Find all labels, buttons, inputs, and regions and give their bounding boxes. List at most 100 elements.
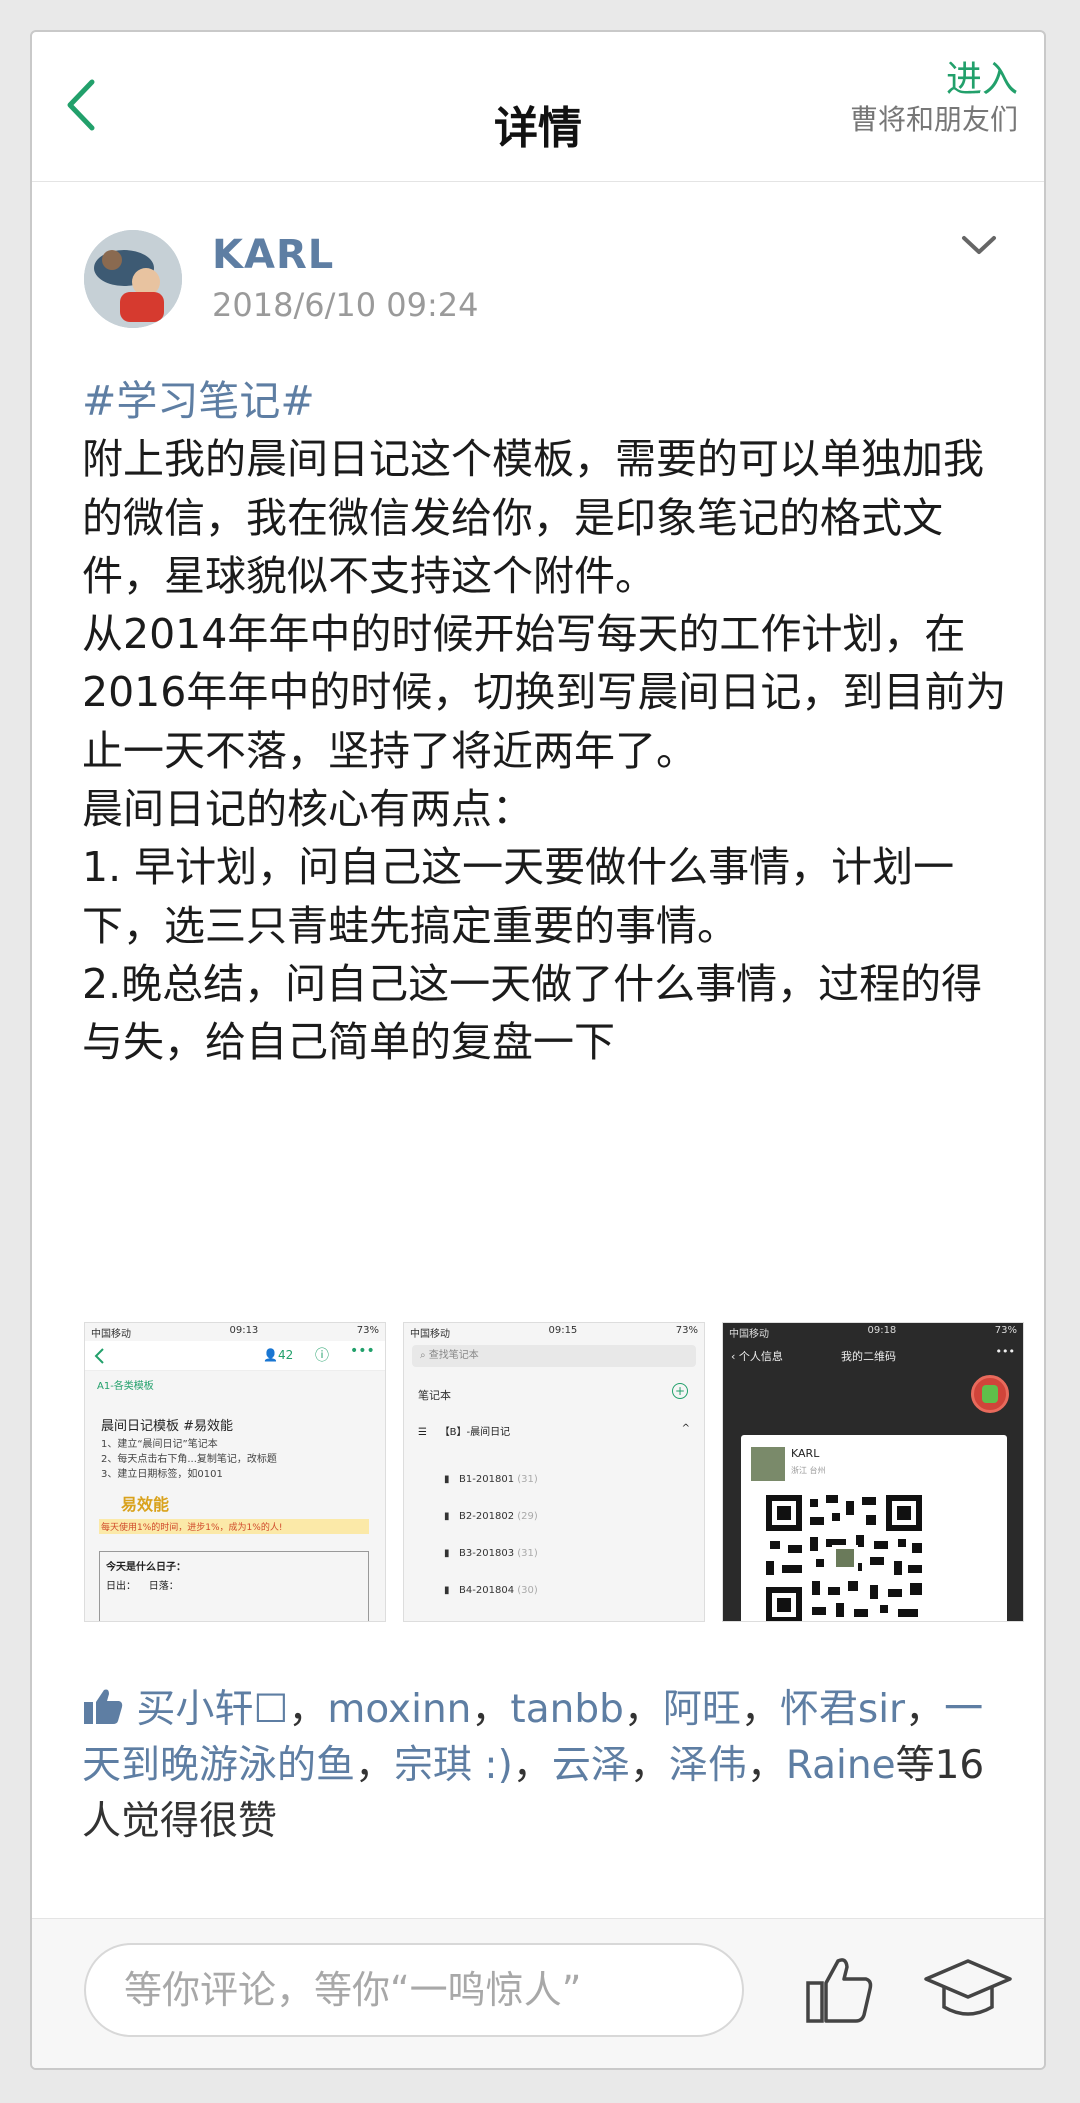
separator: ， bbox=[740, 1687, 780, 1732]
share-count-label: 42 bbox=[277, 1348, 294, 1362]
group-name[interactable]: 曹将和朋友们 bbox=[850, 102, 1018, 138]
separator: ， bbox=[355, 1743, 395, 1788]
separator: ， bbox=[288, 1687, 328, 1732]
note-toolbar: 👤42 ⓘ ••• bbox=[85, 1341, 385, 1371]
notebook-search: ⌕ 查找笔记本 bbox=[412, 1345, 696, 1367]
clock-label: 09:13 bbox=[229, 1325, 259, 1336]
liker-name[interactable]: Raine bbox=[786, 1743, 896, 1788]
image-gallery: 中国移动 09:13 73% 👤42 ⓘ ••• A1-各类模板 晨间日记模板 … bbox=[84, 1322, 1024, 1622]
separator: ， bbox=[471, 1687, 511, 1732]
notebook-name: B1-201801 bbox=[459, 1474, 515, 1485]
status-bar: 中国移动 09:18 73% bbox=[723, 1323, 1023, 1341]
liker-name[interactable]: 买小轩☐ bbox=[136, 1687, 288, 1732]
notebook-count: (29) bbox=[517, 1511, 538, 1522]
back-link: ‹ 个人信息 bbox=[731, 1350, 783, 1363]
chevron-down-icon[interactable] bbox=[954, 220, 1004, 270]
search-placeholder: 查找笔记本 bbox=[428, 1350, 479, 1361]
image-thumbnail[interactable]: 中国移动 09:13 73% 👤42 ⓘ ••• A1-各类模板 晨间日记模板 … bbox=[84, 1322, 386, 1622]
day-box: 今天是什么日子： 日出： 日落： bbox=[99, 1551, 369, 1621]
battery-label: 73% bbox=[675, 1325, 698, 1336]
notebook-count: (30) bbox=[517, 1585, 538, 1596]
status-bar: 中国移动 09:15 73% bbox=[404, 1323, 704, 1341]
separator: ， bbox=[629, 1743, 669, 1788]
notebook-group: ☰ 【B】-晨间日记 ^ bbox=[418, 1423, 694, 1438]
notebook-item: ▮ B4-201804 (30) bbox=[444, 1585, 538, 1596]
qr-code-icon bbox=[766, 1495, 922, 1621]
notebook-name: B4-201804 bbox=[459, 1585, 515, 1596]
comment-input[interactable]: 等你评论，等你“一鸣惊人” bbox=[84, 1943, 744, 2037]
card-name: KARL bbox=[791, 1447, 820, 1460]
notebook-name: B3-201803 bbox=[459, 1548, 515, 1559]
post-paragraph: 晨间日记的核心有两点： bbox=[82, 785, 533, 834]
image-thumbnail[interactable]: 中国移动 09:15 73% ⌕ 查找笔记本 笔记本 + ☰ 【B】-晨间日记 … bbox=[403, 1322, 705, 1622]
clock-label: 09:18 bbox=[867, 1325, 897, 1336]
thumbs-up-icon bbox=[82, 1686, 124, 1726]
post-paragraph: 2.晚总结，问自己这一天做了什么事情，过程的得与失，给自己简单的复盘一下 bbox=[82, 959, 983, 1067]
battery-label: 73% bbox=[356, 1325, 379, 1336]
hashtag-link[interactable]: #学习笔记# bbox=[82, 372, 1022, 430]
card-avatar bbox=[751, 1447, 785, 1481]
top-nav-bar: 详情 进入 曹将和朋友们 bbox=[32, 32, 1044, 182]
more-icon: ••• bbox=[995, 1345, 1015, 1358]
notebook-item: ▮ B3-201803 (31) bbox=[444, 1548, 538, 1559]
notebook-name: B2-201802 bbox=[459, 1511, 515, 1522]
separator: ， bbox=[905, 1687, 945, 1732]
bottom-action-bar: 等你评论，等你“一鸣惊人” bbox=[32, 1918, 1044, 2068]
carrier-label: 中国移动 bbox=[729, 1329, 769, 1340]
post-paragraph: 从2014年年中的时候开始写每天的工作计划，在2016年年中的时候，切换到写晨间… bbox=[82, 610, 1007, 775]
back-arrow-icon bbox=[94, 1348, 104, 1364]
post-paragraph: 附上我的晨间日记这个模板，需要的可以单独加我的微信，我在微信发给你，是印象笔记的… bbox=[82, 435, 984, 600]
brand-logo: 易效能 bbox=[121, 1495, 170, 1514]
likes-list: 买小轩☐，moxinn，tanbb，阿旺，怀君sir，一天到晚游泳的鱼，宗琪 :… bbox=[82, 1682, 1022, 1850]
brand-slogan: 每天使用1%的时间，进步1%，成为1%的人! bbox=[99, 1519, 369, 1534]
chevron-up-icon: ^ bbox=[681, 1423, 690, 1434]
post-paragraph: 1. 早计划，问自己这一天要做什么事情，计划一下，选三只青蛙先搞定重要的事情。 bbox=[82, 843, 955, 950]
qr-title: 我的二维码 bbox=[841, 1350, 896, 1363]
image-thumbnail[interactable]: 中国移动 09:18 73% ‹ 个人信息 我的二维码 ••• KARL 浙江 … bbox=[722, 1322, 1024, 1622]
notebook-item: ▮ B2-201802 (29) bbox=[444, 1511, 538, 1522]
day-box-title: 今天是什么日子： bbox=[106, 1562, 186, 1573]
answer-button[interactable] bbox=[922, 1955, 1014, 2025]
note-heading: 晨间日记模板 #易效能 bbox=[101, 1419, 234, 1434]
author-avatar[interactable] bbox=[84, 230, 182, 328]
author-name[interactable]: KARL bbox=[212, 232, 334, 278]
phone-screen: 详情 进入 曹将和朋友们 KARL 2018/6/10 09:24 #学习笔记#… bbox=[30, 30, 1046, 2070]
note-step: 3、建立日期标签，如0101 bbox=[101, 1469, 223, 1480]
liker-name[interactable]: tanbb bbox=[510, 1687, 623, 1732]
liker-name[interactable]: moxinn bbox=[327, 1687, 471, 1732]
post-time: 2018/6/10 09:24 bbox=[212, 286, 479, 324]
enter-label[interactable]: 进入 bbox=[850, 58, 1018, 102]
card-region: 浙江 台州 bbox=[791, 1466, 826, 1475]
sunset-label: 日落： bbox=[148, 1581, 179, 1592]
thumbs-up-icon bbox=[806, 1958, 873, 2023]
carrier-label: 中国移动 bbox=[410, 1329, 450, 1340]
group-label: 【B】-晨间日记 bbox=[439, 1427, 511, 1438]
share-count: 👤42 bbox=[263, 1348, 294, 1362]
sunrise-label: 日出： bbox=[106, 1581, 136, 1592]
like-button[interactable] bbox=[800, 1949, 880, 2029]
separator: ， bbox=[746, 1743, 786, 1788]
liker-name[interactable]: 宗琪 :) bbox=[394, 1743, 513, 1788]
notebook-list: ▮ B1-201801 (31) ▮ B2-201802 (29) ▮ B3-2… bbox=[444, 1461, 538, 1609]
note-steps: 1、建立“晨间日记”笔记本 2、每天点击右下角...复制笔记，改标题 3、建立日… bbox=[101, 1437, 277, 1482]
enter-group-button[interactable]: 进入 曹将和朋友们 bbox=[850, 58, 1018, 138]
liker-name[interactable]: 怀君sir bbox=[780, 1687, 905, 1732]
search-icon: ⌕ bbox=[420, 1350, 426, 1361]
section-title: 笔记本 bbox=[418, 1389, 451, 1402]
more-icon: ••• bbox=[350, 1343, 375, 1359]
notebook-label: A1-各类模板 bbox=[97, 1381, 154, 1392]
separator: ， bbox=[623, 1687, 663, 1732]
info-icon: ⓘ bbox=[315, 1348, 329, 1364]
back-link-label: 个人信息 bbox=[738, 1350, 783, 1363]
qr-header: ‹ 个人信息 我的二维码 ••• bbox=[723, 1343, 1023, 1369]
battery-label: 73% bbox=[994, 1325, 1017, 1336]
add-icon: + bbox=[672, 1383, 688, 1399]
graduation-cap-icon bbox=[924, 1959, 1012, 2016]
status-bar: 中国移动 09:13 73% bbox=[85, 1323, 385, 1341]
qr-card: KARL 浙江 台州 bbox=[741, 1435, 1007, 1621]
liker-name[interactable]: 云泽 bbox=[552, 1743, 630, 1788]
clock-label: 09:15 bbox=[548, 1325, 578, 1336]
liker-name[interactable]: 阿旺 bbox=[663, 1687, 741, 1732]
notebook-count: (31) bbox=[517, 1548, 538, 1559]
liker-name[interactable]: 泽伟 bbox=[669, 1743, 747, 1788]
